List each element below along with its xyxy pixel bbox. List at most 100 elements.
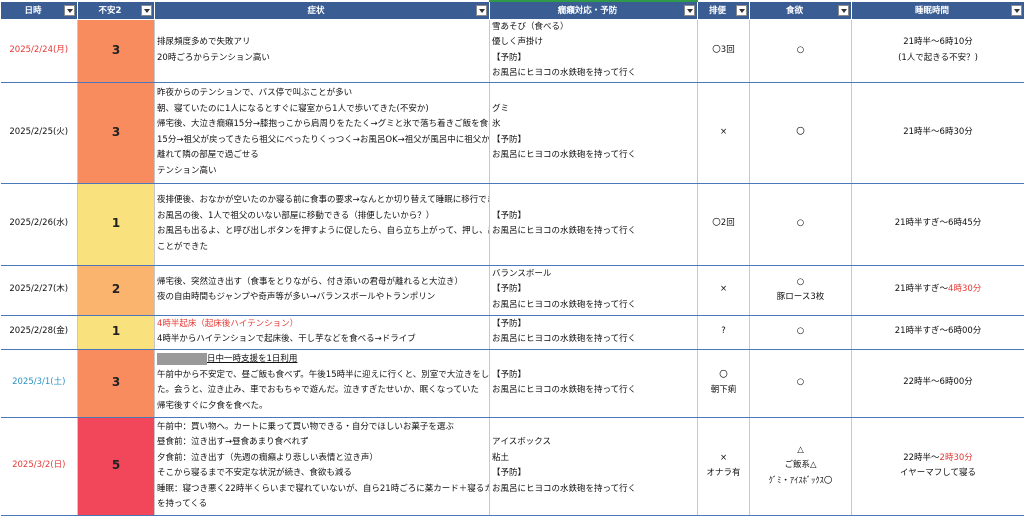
action-line: 粘土 <box>492 452 510 463</box>
appetite-cell[interactable]: ○ <box>749 19 852 83</box>
action-line: 氷 <box>492 119 501 129</box>
appetite-cell[interactable]: △ ご飯系△ ｸﾞﾐ・ｱｲｽﾎﾞｯｸｽ〇 <box>749 417 852 516</box>
actions-cell[interactable]: バランスボール 【予防】 お風呂にヒヨコの水鉄砲を持って行く <box>489 265 698 316</box>
filter-dropdown-icon[interactable] <box>736 4 747 16</box>
symptom-line: 睡眠：寝つき悪く22時半くらいまで寝れていないが、自ら21時ごろに薬カード＋寝る… <box>157 483 490 494</box>
action-line: お風呂にヒヨコの水鉄砲を持って行く <box>492 483 637 494</box>
column-header-symptoms[interactable]: 症状 <box>154 0 490 20</box>
column-header-actions[interactable]: 癇癪対応・予防 <box>489 0 698 20</box>
bowel-cell[interactable]: 〇2回 <box>697 183 750 266</box>
column-header-bowel[interactable]: 排便 <box>697 0 750 20</box>
date-cell[interactable]: 2025/2/25(火) <box>0 82 78 184</box>
appetite-cell[interactable]: ○ <box>749 349 852 418</box>
action-line: 【予防】 <box>492 369 527 380</box>
action-line: お風呂にヒヨコの水鉄砲を持って行く <box>492 68 637 78</box>
table-row: 2025/2/28(金) 1 4時半起床（起床後ハイテンション） 4時半からハイ… <box>0 315 1024 350</box>
symptoms-cell[interactable]: 帰宅後、突然泣き出す（食事をとりながら、付き添いの君母が離れると大泣き） 夜の自… <box>154 265 490 316</box>
date-cell[interactable]: 2025/3/2(日) <box>0 417 78 516</box>
filter-dropdown-icon[interactable] <box>476 4 487 16</box>
sleep-cell[interactable]: 22時半～2時30分 イヤーマフして寝る <box>851 417 1024 516</box>
symptoms-cell[interactable]: 排尿頻度多めで失敗アリ 20時ごろからテンション高い <box>154 19 490 83</box>
sleep-value: 21時半すぎ～ <box>894 284 949 295</box>
sleep-value: 21時半すぎ～6時45分 <box>894 218 982 229</box>
sleep-cell[interactable]: 22時半～6時00分 <box>851 349 1024 418</box>
actions-cell[interactable]: アイスボックス 粘土 【予防】 お風呂にヒヨコの水鉄砲を持って行く <box>489 417 698 516</box>
sleep-value: 22時半～6時00分 <box>903 377 973 388</box>
appetite-value: ○ <box>796 276 805 287</box>
sleep-cell[interactable]: 21時半～6時10分 (1人で起きる不安？) <box>851 19 1024 83</box>
symptom-line: 15分→祖父が戻ってきたら祖父にべったりくっつく→お風呂OK→祖父が風呂中に祖父… <box>157 134 490 145</box>
sleep-wake-time: 4時30分 <box>948 284 982 295</box>
sleep-cell[interactable]: 21時半すぎ～6時00分 <box>851 315 1024 350</box>
column-header-date[interactable]: 日時 <box>0 0 78 20</box>
symptoms-cell[interactable]: 夜排便後、おなかが空いたのか寝る前に食事の要求→なんとか切り替えて睡眠に移行でき… <box>154 183 490 266</box>
date-cell[interactable]: 2025/2/24(月) <box>0 19 78 83</box>
date-cell[interactable]: 2025/2/26(水) <box>0 183 78 266</box>
symptom-log-table: 日時 不安2 症状 癇癪対応・予防 排便 食欲 睡眠時間 2025/2/24(月… <box>0 0 1024 516</box>
bowel-value: × <box>719 126 728 137</box>
bowel-cell[interactable]: × <box>697 82 750 184</box>
date-cell[interactable]: 2025/2/28(金) <box>0 315 78 350</box>
date-cell[interactable]: 2025/3/1(土) <box>0 349 78 418</box>
symptom-line: 帰宅後、大泣き癇癪15分→膝抱っこから肩周りをたたく→グミと氷で落ち着きご飯を食… <box>157 119 490 129</box>
anxiety-cell[interactable]: 3 <box>77 19 155 83</box>
anxiety-cell[interactable]: 5 <box>77 417 155 516</box>
symptom-line: 20時ごろからテンション高い <box>157 52 270 63</box>
appetite-cell[interactable]: 〇 <box>749 82 852 184</box>
bowel-cell[interactable]: × <box>697 265 750 316</box>
bowel-note: 朝下痢 <box>710 385 737 395</box>
header-row: 日時 不安2 症状 癇癪対応・予防 排便 食欲 睡眠時間 <box>0 0 1024 20</box>
filter-dropdown-icon[interactable] <box>684 5 695 16</box>
bowel-value: × <box>719 452 728 463</box>
bowel-cell[interactable]: 〇 朝下痢 <box>697 349 750 418</box>
sleep-wake-time: 2時30分 <box>939 452 973 463</box>
actions-cell[interactable]: 雪あそび（食べる） 優しく声掛け 【予防】 お風呂にヒヨコの水鉄砲を持って行く <box>489 19 698 83</box>
column-header-sleep[interactable]: 睡眠時間 <box>851 0 1024 20</box>
filter-dropdown-icon[interactable] <box>1011 4 1022 16</box>
symptoms-cell[interactable]: 昨夜からのテンションで、バス停で叫ぶことが多い 朝、寝ていたのに1人になるとすぐ… <box>154 82 490 184</box>
symptom-line: そこから寝るまで不安定な状況が続き、食欲も減る <box>157 468 352 478</box>
bowel-cell[interactable]: 〇3回 <box>697 19 750 83</box>
action-line: お風呂にヒヨコの水鉄砲を持って行く <box>492 299 637 310</box>
action-line: お風呂にヒヨコの水鉄砲を持って行く <box>492 150 637 160</box>
symptom-line: 朝、寝ていたのに1人になるとすぐに寝室から1人で歩いてきた(不安か) <box>157 103 429 114</box>
table-row: 2025/2/24(月) 3 排尿頻度多めで失敗アリ 20時ごろからテンション高… <box>0 19 1024 83</box>
symptoms-cell[interactable]: 4時半起床（起床後ハイテンション） 4時半からハイテンションで起床後、干し芋など… <box>154 315 490 350</box>
symptoms-cell[interactable]: 日中一時支援を1日利用 午前中から不安定で、昼ご飯も食べず。午後15時半に迎えに… <box>154 349 490 418</box>
anxiety-cell[interactable]: 1 <box>77 183 155 266</box>
action-line: 【予防】 <box>492 284 527 295</box>
sleep-cell[interactable]: 21時半～6時30分 <box>851 82 1024 184</box>
symptoms-cell[interactable]: 午前中：買い物へ。カートに乗って買い物できる・自分でほしいお菓子を選ぶ 昼食前：… <box>154 417 490 516</box>
filter-dropdown-icon[interactable] <box>64 4 75 16</box>
appetite-cell[interactable]: ○ 豚ロース3枚 <box>749 265 852 316</box>
actions-cell[interactable]: グミ 氷 【予防】 お風呂にヒヨコの水鉄砲を持って行く <box>489 82 698 184</box>
symptom-line: 昨夜からのテンションで、バス停で叫ぶことが多い <box>157 88 353 98</box>
appetite-note: 豚ロース3枚 <box>776 292 825 302</box>
bowel-value: ? <box>721 326 726 337</box>
bowel-cell[interactable]: × オナラ有 <box>697 417 750 516</box>
symptom-line: 帰宅後すぐに夕食を食べた。 <box>157 400 268 411</box>
filter-dropdown-icon[interactable] <box>141 4 152 16</box>
sleep-note: イヤーマフして寝る <box>900 468 976 478</box>
action-line: バランスボール <box>492 268 552 279</box>
actions-cell[interactable]: 【予防】 お風呂にヒヨコの水鉄砲を持って行く <box>489 315 698 350</box>
appetite-value: ○ <box>796 326 805 337</box>
anxiety-cell[interactable]: 1 <box>77 315 155 350</box>
anxiety-cell[interactable]: 3 <box>77 349 155 418</box>
action-line: お風呂にヒヨコの水鉄砲を持って行く <box>492 385 637 395</box>
sleep-cell[interactable]: 21時半すぎ～4時30分 <box>851 265 1024 316</box>
symptom-line: 夜排便後、おなかが空いたのか寝る前に食事の要求→なんとか切り替えて睡眠に移行でき… <box>157 195 490 205</box>
date-cell[interactable]: 2025/2/27(木) <box>0 265 78 316</box>
column-header-appetite[interactable]: 食欲 <box>749 0 852 20</box>
appetite-cell[interactable]: ○ <box>749 315 852 350</box>
filter-dropdown-icon[interactable] <box>838 4 849 16</box>
anxiety-cell[interactable]: 2 <box>77 265 155 316</box>
anxiety-cell[interactable]: 3 <box>77 82 155 184</box>
sleep-cell[interactable]: 21時半すぎ～6時45分 <box>851 183 1024 266</box>
sleep-value: 22時半～ <box>903 452 940 463</box>
column-header-anxiety[interactable]: 不安2 <box>77 0 155 20</box>
actions-cell[interactable]: 【予防】 お風呂にヒヨコの水鉄砲を持って行く <box>489 349 698 418</box>
appetite-cell[interactable]: ○ <box>749 183 852 266</box>
actions-cell[interactable]: 【予防】 お風呂にヒヨコの水鉄砲を持って行く <box>489 183 698 266</box>
bowel-cell[interactable]: ? <box>697 315 750 350</box>
